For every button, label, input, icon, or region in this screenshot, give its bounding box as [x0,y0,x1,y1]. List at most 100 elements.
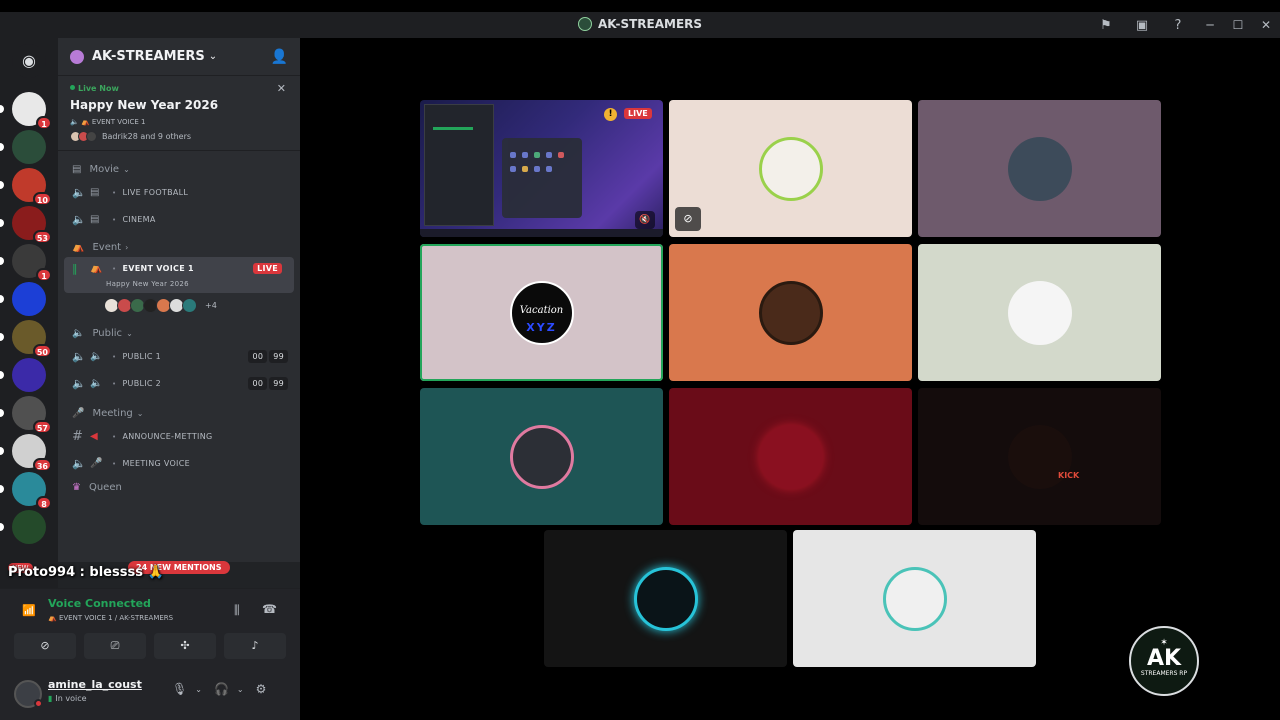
server-header[interactable]: AK-STREAMERS ⌄ 👤 [58,38,300,76]
disconnect-icon[interactable]: ☎ [262,602,277,616]
category-meeting[interactable]: 🎤 Meeting ⌄ [58,403,300,423]
soundboard-button[interactable]: ♪ [224,633,286,659]
settings-gear-icon[interactable]: ⚙ [256,682,267,696]
title-bar: AK-STREAMERS ⚑ ▣ ? ─ ☐ ✕ [0,12,1280,38]
help-icon[interactable]: ? [1160,18,1196,33]
category-event[interactable]: ⛺ Event › [58,237,300,257]
voice-user-list[interactable]: +4 [58,293,300,317]
participant-tile[interactable]: KICK [918,388,1161,525]
voice-connection-panel: 📶 Voice Connected ⛺ EVENT VOICE 1 / AK-S… [0,588,300,672]
username[interactable]: amine_la_coust [48,678,142,691]
headphones-icon[interactable]: 🎧 [214,682,229,696]
activities-button[interactable]: ✣ [154,633,216,659]
tent-icon: ⛺ [90,263,103,275]
voice-icon: ▮ [48,694,53,703]
tent-icon: ⛺ [72,241,85,253]
speaker-icon: 🔈 [90,378,103,389]
more-users-count: +4 [205,300,217,310]
participant-tile[interactable] [669,388,912,525]
participant-tile-speaking[interactable]: Vacation XYZ [420,244,663,381]
microphone-icon[interactable]: 🎙 [172,682,187,696]
title-icons: ⚑ ▣ ? ─ ☐ ✕ [1088,12,1280,38]
maximize-button[interactable]: ☐ [1224,18,1252,32]
voice-actions: ⊘ ⎚ ✣ ♪ [14,633,286,659]
channel-announce-metting[interactable]: # ◀ • ANNOUNCE-METTING [58,423,300,450]
participant-tile[interactable]: ⊘ [669,100,912,237]
channel-cinema[interactable]: 🔈 ▤ • CINEMA [58,206,300,233]
voice-channel-path[interactable]: ⛺ EVENT VOICE 1 / AK-STREAMERS [48,614,173,622]
user-limit: 00 99 [246,377,288,390]
participant-tile[interactable] [918,100,1161,237]
server-icon[interactable]: 8 [0,472,52,510]
voice-stage: ! LIVE 🔇 ⊘ Vacation XYZ KICK ✶ AK STREAM… [300,38,1280,708]
close-icon[interactable]: ✕ [277,82,286,95]
warning-icon: ! [604,108,617,121]
channel-event-voice-1[interactable]: ‖ ⛺ • EVENT VOICE 1 LIVE Happy New Year 202… [64,257,294,293]
participant-tile[interactable] [918,244,1161,381]
live-badge: LIVE [253,263,282,275]
server-icon[interactable] [0,130,46,164]
tv-icon: ▤ [90,214,100,225]
mention-badge: 8 [36,496,52,510]
server-icon[interactable]: 36 [0,434,52,472]
unread-indicator [0,219,4,227]
avatar [758,424,823,489]
screen-share-button[interactable]: ⎚ [84,633,146,659]
screen-share-tile[interactable]: ! LIVE 🔇 [420,100,663,237]
server-icon[interactable]: 57 [0,396,52,434]
channel-public-2[interactable]: 🔈 🔈 • PUBLIC 2 00 99 [58,370,300,397]
connection-signal-icon[interactable]: 📶 [22,604,36,617]
server-icon[interactable]: 53 [0,206,52,244]
server-icon[interactable]: 1 [0,92,52,130]
server-icon[interactable] [0,282,46,316]
chevron-down-icon: ⌄ [123,164,130,174]
server-icon[interactable] [0,358,46,392]
home-button[interactable]: ◉ [12,44,46,78]
camera-off-icon: ⊘ [675,207,701,231]
participant-tile[interactable] [793,530,1036,667]
avatar [1007,136,1072,201]
unread-indicator [0,105,4,113]
chevron-down-icon: ⌄ [136,408,144,418]
camera-off-button[interactable]: ⊘ [14,633,76,659]
category-movie[interactable]: ▤ Movie ⌄ [58,159,300,179]
avatar: Vacation XYZ [509,280,574,345]
channel-live-football[interactable]: 🔈 ▤ • LIVE FOOTBALL [58,179,300,206]
start-menu-thumbnail [502,138,582,218]
server-icon [577,17,592,31]
minimize-button[interactable]: ─ [1196,18,1224,32]
event-title: Happy New Year 2026 [70,98,219,112]
category-queen[interactable]: ♛ Queen [58,477,300,497]
server-icon[interactable]: 10 [0,168,52,206]
avatar [182,297,197,313]
server-avatar [12,510,46,544]
close-window-button[interactable]: ✕ [1252,18,1280,32]
participant-tile[interactable] [544,530,787,667]
tent-icon: ⛺ [80,118,90,126]
category-public[interactable]: 🔈 Public ⌄ [58,323,300,343]
mention-badge: 1 [36,116,52,130]
voice-status-title[interactable]: Voice Connected [48,597,151,610]
chevron-down-icon[interactable]: ⌄ [237,685,244,694]
inbox-icon[interactable]: ▣ [1124,18,1160,33]
server-avatar [12,282,46,316]
noise-suppression-icon[interactable]: ⫼ [234,603,240,618]
invite-people-icon[interactable]: 👤 [271,49,288,65]
live-now-label: Live Now [70,84,288,93]
microphone-icon: 🎤 [90,458,103,469]
server-icon[interactable]: 1 [0,244,52,282]
live-badge: LIVE [624,108,652,119]
participant-tile[interactable] [669,244,912,381]
avatar [86,131,97,142]
avatar [882,566,947,631]
volume-mute-icon[interactable]: 🔇 [635,211,655,229]
live-event-card[interactable]: Live Now Happy New Year 2026 🔈 ⛺ EVENT V… [58,76,300,151]
server-icon[interactable] [0,510,46,544]
channel-public-1[interactable]: 🔈 🔈 • PUBLIC 1 00 99 [58,343,300,370]
channel-meeting-voice[interactable]: 🔈 🎤 • MEETING VOICE [58,450,300,477]
server-icon[interactable]: 50 [0,320,52,358]
flag-icon[interactable]: ⚑ [1088,18,1124,33]
chevron-down-icon[interactable]: ⌄ [195,685,202,694]
tent-icon: ⛺ [48,614,57,622]
participant-tile[interactable] [420,388,663,525]
